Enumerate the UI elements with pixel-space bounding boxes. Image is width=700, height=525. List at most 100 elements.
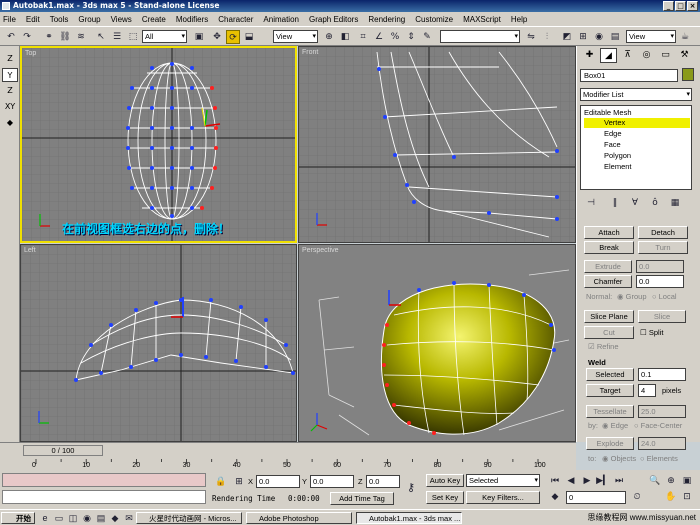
select-by-name-icon[interactable]: ☰ — [110, 30, 124, 44]
snap-toggle-icon[interactable]: ⌗ — [356, 30, 370, 44]
menu-views[interactable]: Views — [111, 15, 132, 24]
go-to-start-icon[interactable]: ⏮ — [548, 474, 562, 488]
weld-threshold-spinner[interactable]: 0.1 — [638, 368, 686, 381]
material-editor-icon[interactable]: ◉ — [592, 30, 606, 44]
schematic-view-icon[interactable]: ⊞ — [576, 30, 590, 44]
create-tab-icon[interactable]: ✚ — [581, 48, 598, 63]
stack-item-editable-mesh[interactable]: Editable Mesh — [584, 108, 690, 118]
maximize-button[interactable]: □ — [675, 1, 686, 11]
menu-modifiers[interactable]: Modifiers — [176, 15, 208, 24]
motion-tab-icon[interactable]: ◎ — [638, 48, 655, 63]
select-and-rotate-icon[interactable]: ⟳ — [226, 30, 240, 44]
quick-render-icon[interactable]: ☕ — [678, 30, 692, 44]
stack-item-vertex[interactable]: Vertex — [584, 118, 690, 128]
link-icon[interactable]: ⚭ — [42, 30, 56, 44]
key-mode-toggle-icon[interactable]: ◆ — [548, 490, 562, 504]
remove-modifier-icon[interactable]: ô — [648, 196, 662, 210]
cut-button[interactable]: Cut — [584, 326, 634, 339]
play-icon[interactable]: ▶ — [580, 474, 594, 488]
taskbar-item-browser[interactable]: 火星时代动画网 - Micros... — [136, 512, 242, 524]
pin-stack-icon[interactable]: ⊣ — [584, 196, 598, 210]
y-coord-field[interactable]: 0.0 — [310, 475, 354, 488]
menu-customize[interactable]: Customize — [415, 15, 453, 24]
object-name-field[interactable]: Box01 — [580, 69, 678, 82]
viewport-top[interactable]: Top 在前视图框选右边的点，删除！ — [20, 46, 297, 243]
go-to-end-icon[interactable]: ⏭ — [612, 474, 626, 488]
menu-tools[interactable]: Tools — [50, 15, 69, 24]
prompt-line[interactable] — [2, 490, 206, 504]
undo-icon[interactable]: ↶ — [4, 30, 18, 44]
split-checkbox[interactable]: ☐ Split — [640, 328, 663, 337]
explode-spinner[interactable]: 24.0 — [638, 437, 686, 450]
close-button[interactable]: × — [687, 1, 698, 11]
stack-item-element[interactable]: Element — [584, 162, 690, 172]
extrude-button[interactable]: Extrude — [584, 260, 632, 273]
break-button[interactable]: Break — [584, 241, 634, 254]
named-selection-dropdown[interactable] — [440, 30, 520, 43]
percent-snap-icon[interactable]: % — [388, 30, 402, 44]
weld-target-spinner[interactable]: 4 — [638, 384, 656, 397]
minimize-button[interactable]: _ — [663, 1, 674, 11]
modifier-list-dropdown[interactable]: Modifier List — [580, 88, 692, 101]
add-time-tag-button[interactable]: Add Time Tag — [330, 492, 394, 505]
quicklaunch-app3-icon[interactable]: ◆ — [108, 511, 122, 525]
unlink-icon[interactable]: ⛓ — [58, 30, 72, 44]
constraint-xy-button[interactable]: XY — [2, 100, 18, 114]
hierarchy-tab-icon[interactable]: ⊼ — [619, 48, 636, 63]
select-object-icon[interactable]: ↖ — [94, 30, 108, 44]
constraint-z2-button[interactable]: Z — [2, 84, 18, 98]
zoom-all-icon[interactable]: ⊕ — [664, 474, 678, 488]
angle-snap-icon[interactable]: ∠ — [372, 30, 386, 44]
taskbar-item-3dsmax[interactable]: Autobak1.max - 3ds max ... — [356, 512, 462, 524]
stack-item-polygon[interactable]: Polygon — [584, 151, 690, 161]
show-end-result-icon[interactable]: ‖ — [608, 196, 622, 210]
rectangular-selection-icon[interactable]: ⬚ — [126, 30, 140, 44]
weld-target-button[interactable]: Target — [586, 384, 634, 397]
quicklaunch-explorer-icon[interactable]: ◫ — [66, 511, 80, 525]
x-coord-field[interactable]: 0.0 — [256, 475, 300, 488]
pan-icon[interactable]: ✋ — [664, 490, 678, 504]
stack-item-edge[interactable]: Edge — [584, 129, 690, 139]
select-and-scale-icon[interactable]: ⬓ — [242, 30, 256, 44]
menu-create[interactable]: Create — [142, 15, 166, 24]
viewport-left[interactable]: Left — [20, 244, 297, 442]
bind-space-warp-icon[interactable]: ≋ — [74, 30, 88, 44]
chamfer-spinner[interactable]: 0.0 — [636, 275, 684, 288]
maximize-viewport-icon[interactable]: ⊡ — [680, 490, 694, 504]
menu-edit[interactable]: Edit — [26, 15, 40, 24]
slice-plane-button[interactable]: Slice Plane — [584, 310, 634, 323]
object-color-swatch[interactable] — [682, 68, 694, 81]
selection-filter-dropdown[interactable]: All — [142, 30, 187, 43]
explode-button[interactable]: Explode — [586, 437, 634, 450]
tessellate-spinner[interactable]: 25.0 — [638, 405, 686, 418]
menu-graph-editors[interactable]: Graph Editors — [309, 15, 358, 24]
set-key-button[interactable]: Set Key — [426, 491, 464, 504]
menu-rendering[interactable]: Rendering — [368, 15, 405, 24]
quicklaunch-app2-icon[interactable]: ▤ — [94, 511, 108, 525]
menu-animation[interactable]: Animation — [263, 15, 299, 24]
quicklaunch-app-icon[interactable]: ◉ — [80, 511, 94, 525]
normal-group-radio[interactable]: ◉ Group — [617, 292, 647, 301]
normal-local-radio[interactable]: ○ Local — [652, 292, 677, 301]
select-and-move-icon[interactable]: ✥ — [210, 30, 224, 44]
stack-item-face[interactable]: Face — [584, 140, 690, 150]
lock-selection-icon[interactable]: 🔒 — [214, 475, 228, 489]
window-crossing-icon[interactable]: ▣ — [192, 30, 206, 44]
mirror-icon[interactable]: ◧ — [338, 30, 352, 44]
weld-selected-button[interactable]: Selected — [586, 368, 634, 381]
previous-frame-icon[interactable]: ◀ — [564, 474, 578, 488]
to-elements-radio[interactable]: ○ Elements — [640, 454, 690, 463]
refine-checkbox[interactable]: ☑ Refine — [588, 342, 619, 351]
detach-button[interactable]: Detach — [638, 226, 688, 239]
key-filters-button[interactable]: Key Filters... — [466, 491, 540, 504]
pivot-center-icon[interactable]: ⊕ — [322, 30, 336, 44]
turn-button[interactable]: Turn — [638, 241, 688, 254]
modify-tab-icon[interactable]: ◢ — [600, 48, 617, 63]
axis-tripod-icon[interactable]: ◆ — [2, 116, 18, 130]
next-frame-icon[interactable]: ▶▎ — [596, 474, 610, 488]
viewport-front[interactable]: Front — [298, 46, 576, 243]
quicklaunch-desktop-icon[interactable]: ▭ — [52, 511, 66, 525]
chamfer-button[interactable]: Chamfer — [584, 275, 632, 288]
viewport-perspective[interactable]: Perspective — [298, 244, 576, 442]
quicklaunch-app4-icon[interactable]: ✉ — [122, 511, 136, 525]
